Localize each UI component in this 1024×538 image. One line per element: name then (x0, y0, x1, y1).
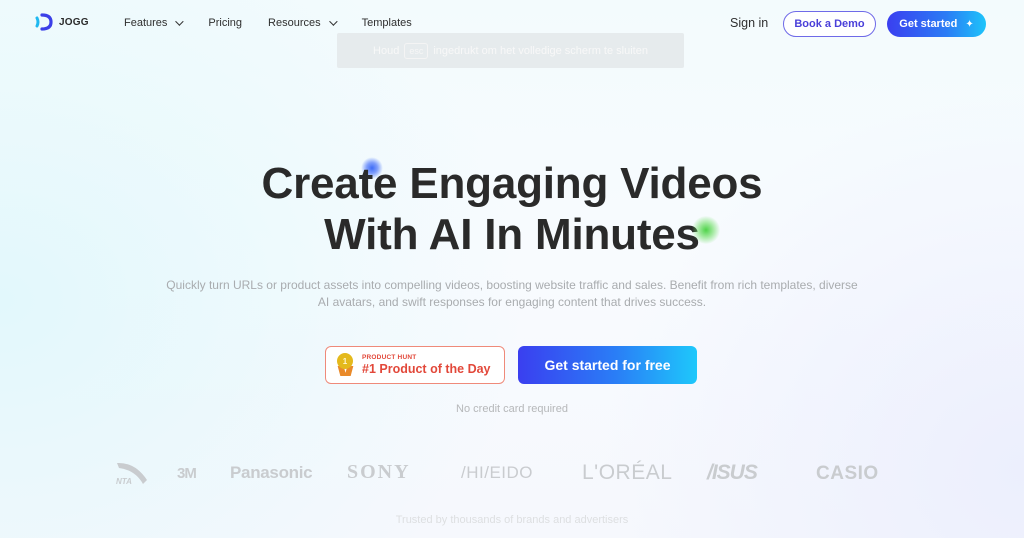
logo-text: JOGG (59, 16, 89, 28)
nav-features-label: Features (124, 17, 168, 29)
get-started-button[interactable]: Get started ✦ (887, 11, 986, 37)
logo[interactable]: JOGG (35, 12, 89, 32)
book-demo-button[interactable]: Book a Demo (783, 11, 876, 37)
sign-in-link[interactable]: Sign in (730, 16, 768, 30)
product-of-the-day-label: #1 Product of the Day (362, 362, 491, 376)
3m-logo: 3M (177, 465, 197, 482)
nav-templates[interactable]: Templates (362, 17, 412, 29)
product-hunt-badge[interactable]: 1 PRODUCT HUNT #1 Product of the Day (325, 346, 505, 384)
medal-icon: 1 (336, 353, 354, 377)
panasonic-logo: Panasonic (230, 463, 313, 482)
main-nav: Features Pricing Resources Templates (124, 17, 412, 29)
sony-logo: SONY (347, 461, 411, 483)
svg-text:NTA: NTA (116, 477, 132, 486)
hero-title-line-2: With AI In Minutes (324, 210, 700, 259)
hero-subtitle-line-1: Quickly turn URLs or product assets into… (166, 278, 858, 292)
toast-suffix: ingedrukt om het volledige scherm te slu… (433, 44, 648, 57)
nav-pricing[interactable]: Pricing (208, 17, 242, 29)
hero-subtitle-line-2: AI avatars, and swift responses for enga… (317, 295, 707, 309)
hero-title: Create Engaging Videos With AI In Minute… (0, 158, 1024, 260)
nav-templates-label: Templates (361, 17, 412, 29)
nav-features[interactable]: Features (124, 17, 185, 29)
anta-logo: NTA (116, 462, 147, 486)
shiseido-logo: /HI/EIDO (461, 463, 534, 482)
esc-key: esc (404, 42, 429, 59)
toast-prefix: Houd (373, 44, 400, 57)
nav-resources-label: Resources (268, 17, 321, 29)
no-credit-card-note: No credit card required (456, 403, 568, 415)
hero-subtitle: Quickly turn URLs or product assets into… (160, 277, 864, 311)
fullscreen-exit-toast: Houd esc ingedrukt om het volledige sche… (337, 33, 684, 68)
hero-title-line-1: Create Engaging Videos (261, 159, 763, 208)
get-started-label: Get started (899, 18, 958, 30)
product-hunt-label: PRODUCT HUNT (362, 354, 417, 361)
trusted-caption: Trusted by thousands of brands and adver… (395, 514, 629, 526)
get-started-free-button[interactable]: Get started for free (518, 346, 697, 384)
chevron-down-icon (175, 17, 185, 26)
nav-pricing-label: Pricing (208, 17, 243, 29)
loreal-logo: L'ORÉAL (582, 461, 673, 484)
chevron-down-icon (328, 17, 338, 26)
casio-logo: CASIO (816, 463, 879, 484)
sparkle-icon: ✦ (965, 18, 974, 30)
jogg-logo-icon (35, 13, 53, 31)
nav-resources[interactable]: Resources (268, 17, 338, 29)
green-glow-decoration (692, 216, 720, 244)
asus-logo: /ISUS (707, 461, 758, 484)
